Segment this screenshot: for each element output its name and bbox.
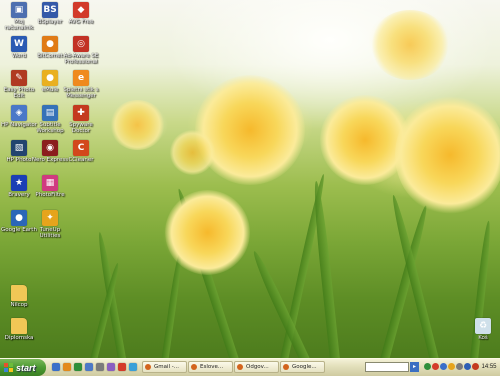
folder-nilcop-icon [11, 285, 27, 301]
photofiltre-icon: ▦ [42, 175, 58, 191]
tray-icon[interactable] [424, 363, 431, 370]
tray-icon[interactable] [456, 363, 463, 370]
task-button[interactable]: Eslove... [188, 361, 233, 373]
browser-icon [191, 364, 197, 370]
my-computer-icon: ▣ [11, 2, 27, 18]
quick-launch-icon[interactable] [52, 363, 60, 371]
messenger-icon: e [73, 70, 89, 86]
desktop-shortcut[interactable]: ♻ Koš [464, 318, 500, 341]
search-input[interactable]: ▸ [365, 362, 419, 372]
desktop-shortcut-label: Koš [478, 335, 488, 341]
desktop-shortcut-label: Nilcop [10, 302, 28, 308]
quick-launch-icon[interactable] [118, 363, 126, 371]
tray-icon[interactable] [464, 363, 471, 370]
hp-photo-icon: ▧ [11, 140, 27, 156]
tray-icon[interactable] [448, 363, 455, 370]
folder-diplomska-icon [11, 318, 27, 334]
quick-launch-icon[interactable] [129, 363, 137, 371]
quick-launch-icon[interactable] [96, 363, 104, 371]
tray-icon[interactable] [440, 363, 447, 370]
grass-blade [389, 193, 439, 358]
tuneup-icon: ✦ [42, 210, 58, 226]
desktop-shortcut[interactable]: Nilcop [0, 285, 38, 308]
taskbar: start Gmail -... Eslove... Odgov... Google.… [0, 358, 500, 376]
start-button[interactable]: start [0, 359, 46, 376]
browser-icon [283, 364, 289, 370]
bsplayer-icon: BS [42, 2, 58, 18]
word-icon: W [11, 36, 27, 52]
desktop-shortcut[interactable]: Diplomska [0, 318, 38, 341]
nero-express-icon: ◉ [42, 140, 58, 156]
browser-icon [237, 364, 243, 370]
subtitle-workshop-icon: ▤ [42, 105, 58, 121]
ccleaner-icon: C [73, 140, 89, 156]
bitcomet-icon: ● [42, 36, 58, 52]
task-button[interactable]: Gmail -... [142, 361, 187, 373]
daffodil-flower [395, 95, 500, 215]
tray-icon[interactable] [432, 363, 439, 370]
bravery-icon: ★ [11, 175, 27, 191]
hp-navigator-icon: ◈ [11, 105, 27, 121]
desktop-shortcut[interactable]: ▦ PhotoFiltre [31, 175, 69, 198]
quick-launch-icon[interactable] [74, 363, 82, 371]
google-earth-icon: ● [11, 210, 27, 226]
task-button[interactable]: Google... [280, 361, 325, 373]
clock[interactable]: 14:55 [478, 359, 500, 376]
desktop-shortcut[interactable]: ◆ AVG Free [62, 2, 100, 25]
recycle-bin-icon: ♻ [475, 318, 491, 334]
desktop-shortcut-label: Spletni stik s Messenger [63, 87, 99, 99]
desktop-shortcut-label: AVG Free [68, 19, 94, 25]
easy-photo-icon: ✎ [11, 70, 27, 86]
emule-icon: ● [42, 70, 58, 86]
grass-blade [311, 180, 340, 358]
task-button[interactable]: Odgov... [234, 361, 279, 373]
desktop-shortcut-label: Diplomska [4, 335, 34, 341]
daffodil-flower [165, 190, 250, 275]
search-go-icon[interactable]: ▸ [410, 362, 419, 372]
desktop-shortcut[interactable]: ◎ Ad-Aware SE Professional [62, 36, 100, 65]
quick-launch-icon[interactable] [63, 363, 71, 371]
desktop-shortcut[interactable]: ✚ Spyware Doctor [62, 105, 100, 134]
browser-icon [145, 364, 151, 370]
desktop-shortcut-label: CCleaner [68, 157, 94, 163]
daffodil-flower [170, 130, 215, 175]
desktop-shortcut[interactable]: ✦ TuneUp Utilities [31, 210, 69, 239]
quick-launch-icon[interactable] [85, 363, 93, 371]
task-button-label: Gmail -... [154, 364, 180, 370]
task-button-label: Google... [292, 364, 317, 370]
desktop-shortcut-label: Spyware Doctor [69, 122, 93, 134]
desktop-shortcut-label: TuneUp Utilities [39, 227, 61, 239]
desktop-shortcut-label: Ad-Aware SE Professional [63, 53, 99, 65]
grass-blade [160, 250, 184, 358]
daffodil-flower [370, 10, 450, 80]
daffodil-flower [110, 100, 165, 150]
spyware-doctor-icon: ✚ [73, 105, 89, 121]
quick-launch-icon[interactable] [107, 363, 115, 371]
ad-aware-icon: ◎ [73, 36, 89, 52]
desktop-shortcut[interactable]: C CCleaner [62, 140, 100, 163]
daffodil-flower [195, 75, 305, 185]
desktop-shortcut-label: PhotoFiltre [35, 192, 65, 198]
task-button-label: Eslove... [200, 364, 224, 370]
desktop-shortcut[interactable]: e Spletni stik s Messenger [62, 70, 100, 99]
windows-logo-icon [4, 363, 13, 372]
desktop-wallpaper: ▣ Moj računalnik BS BSplayer ◆ AVG Free W Word ●… [0, 0, 500, 358]
task-button-label: Odgov... [246, 364, 269, 370]
avg-free-icon: ◆ [73, 2, 89, 18]
start-label: start [16, 362, 36, 373]
